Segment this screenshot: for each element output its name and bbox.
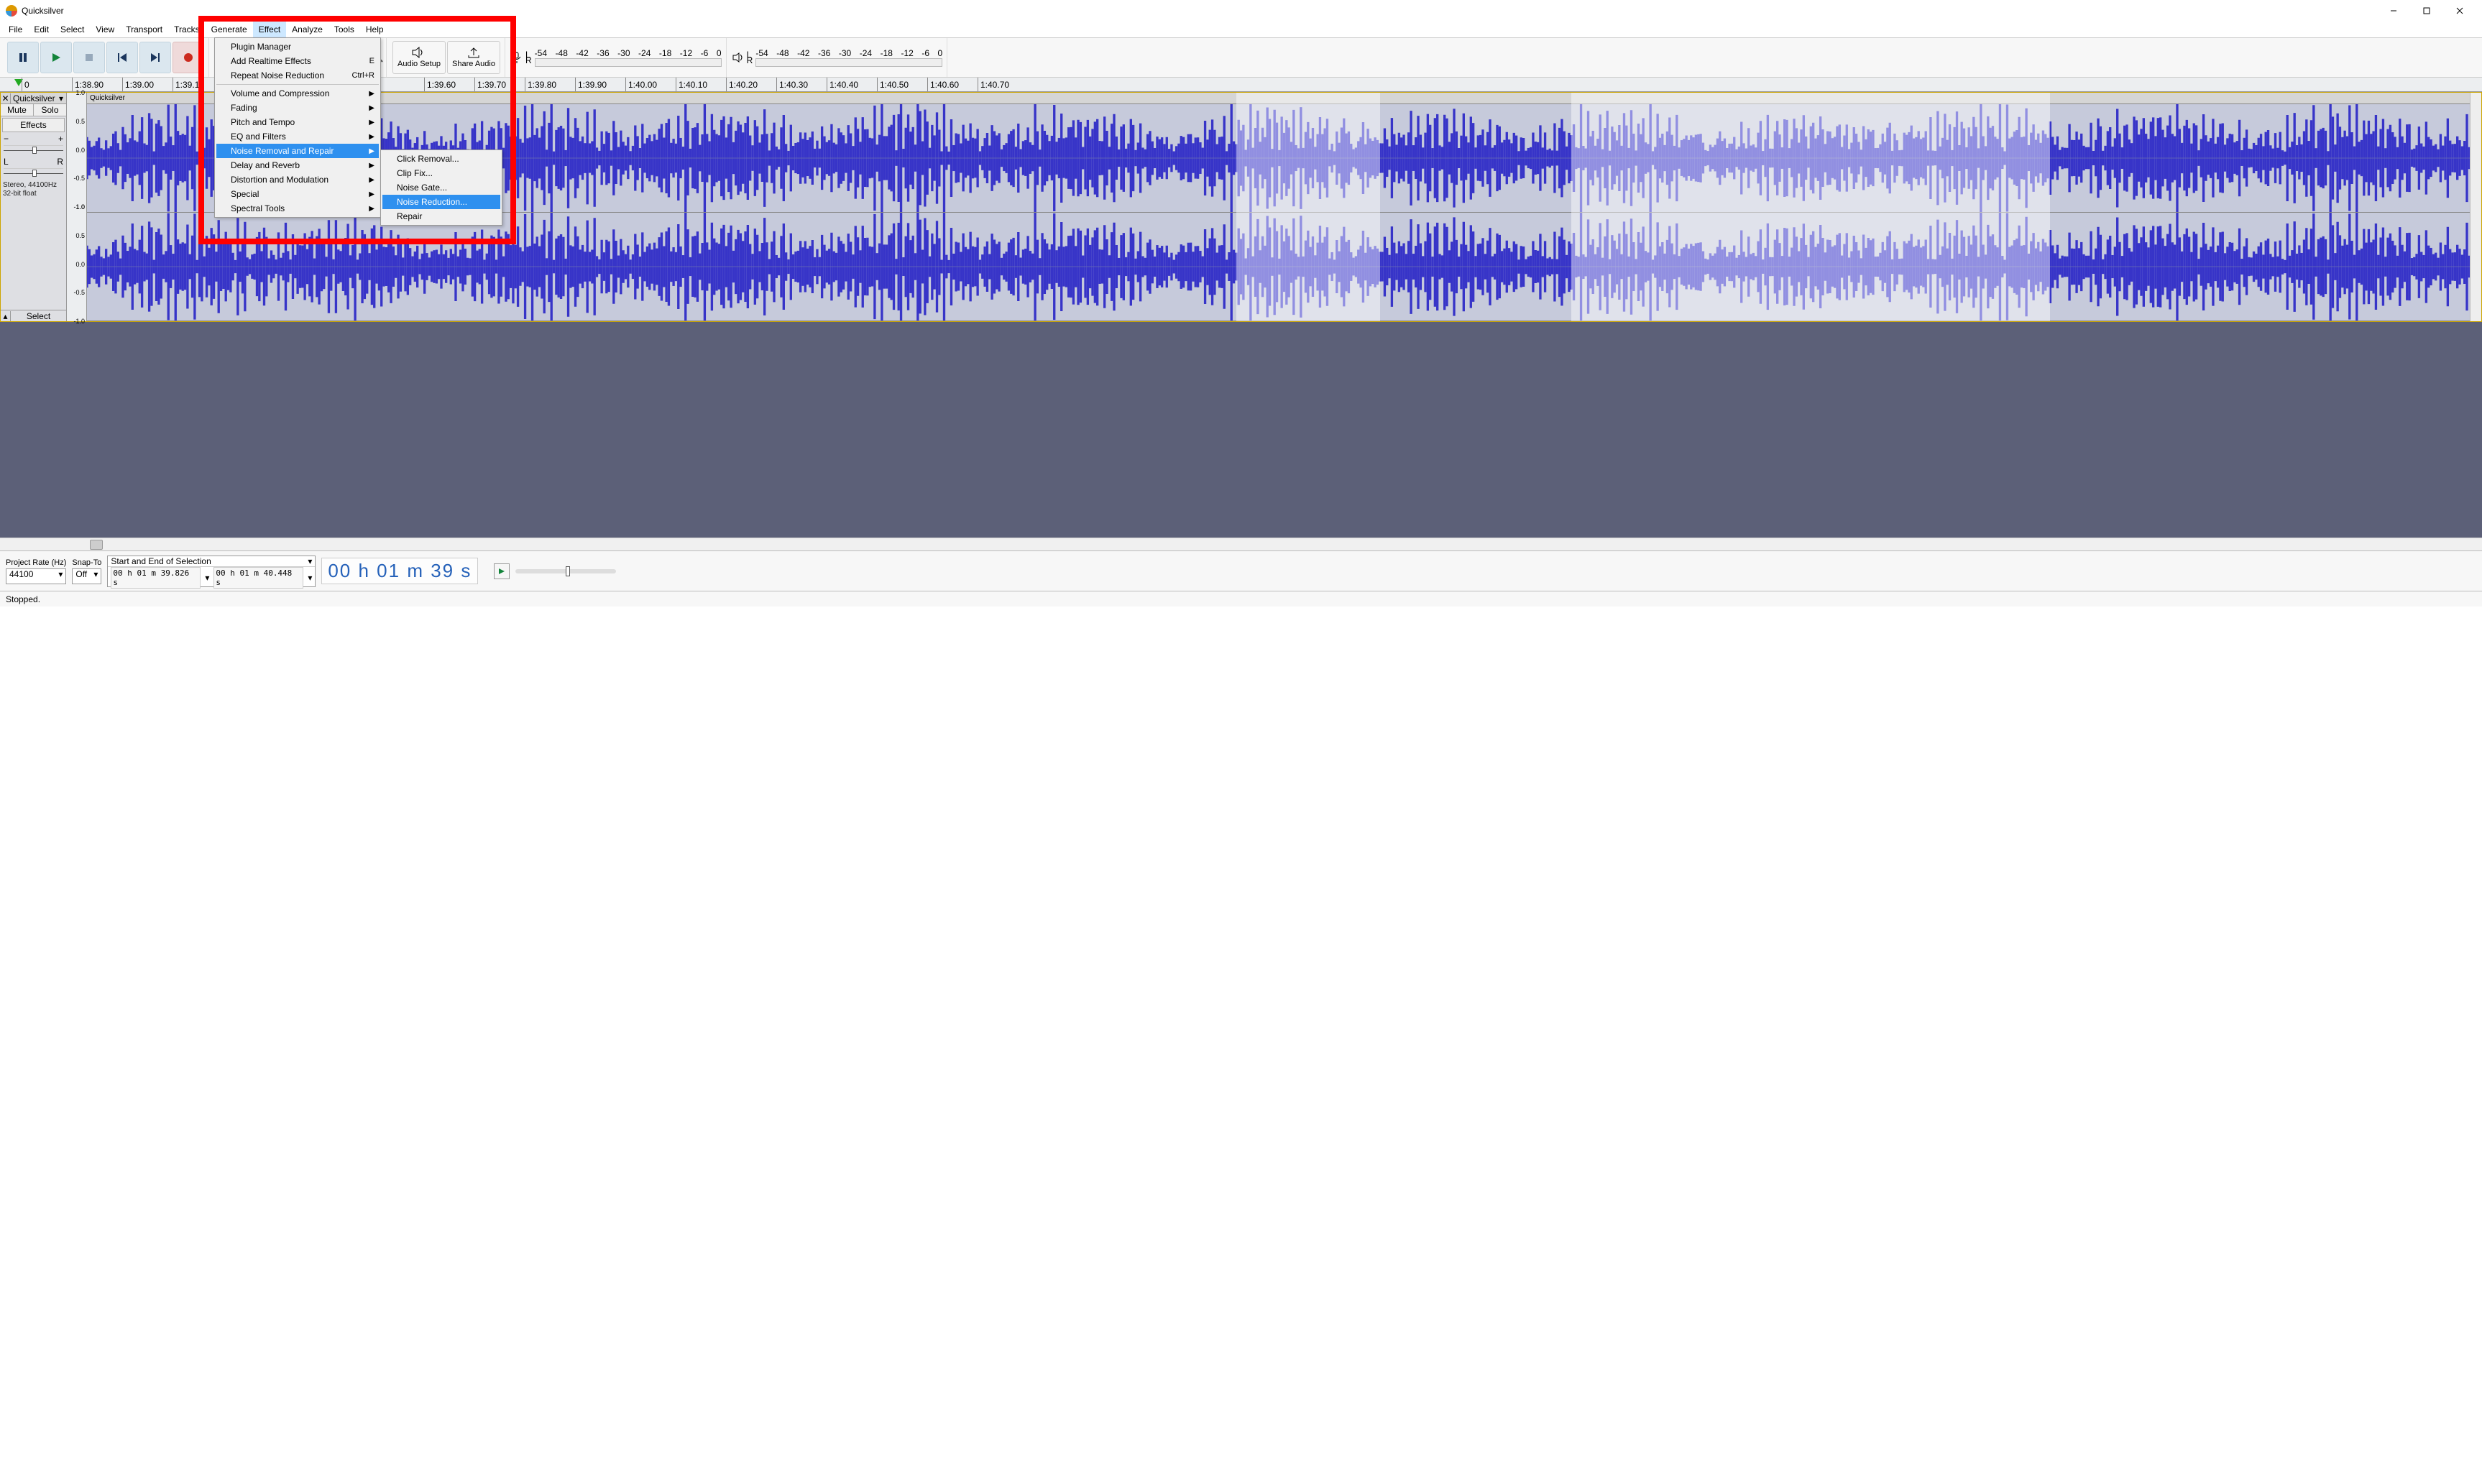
timeline-tick: 1:40.30 — [776, 78, 808, 91]
menu-edit[interactable]: Edit — [28, 22, 55, 37]
gain-slider[interactable]: −+ — [1, 134, 66, 157]
empty-track-area[interactable] — [0, 322, 2482, 538]
menu-item[interactable]: Distortion and Modulation▶ — [216, 172, 379, 187]
play-meter[interactable]: LR -54-48-42-36-30-24-18-12-60 — [728, 38, 948, 77]
track-close-button[interactable]: ✕ — [1, 93, 11, 103]
selection-region-2[interactable] — [1571, 93, 2050, 321]
menu-item[interactable]: Delay and Reverb▶ — [216, 158, 379, 172]
playback-speed-slider[interactable] — [515, 569, 616, 573]
menu-item[interactable]: Noise Removal and Repair▶ — [216, 144, 379, 158]
menu-file[interactable]: File — [3, 22, 28, 37]
menu-item[interactable]: Fading▶ — [216, 101, 379, 115]
timeline-tick: 1:40.70 — [978, 78, 1009, 91]
selection-end-field[interactable]: 00 h 01 m 40.448 s — [213, 567, 303, 589]
menu-view[interactable]: View — [90, 22, 120, 37]
track-name[interactable]: Quicksilver — [11, 93, 56, 103]
skip-end-button[interactable] — [139, 42, 171, 73]
track-menu-button[interactable]: ▾ — [56, 93, 66, 103]
amplitude-scale: 1.00.50.0-0.5-1.0 1.00.50.0-0.5-1.0 — [67, 93, 87, 321]
menu-item[interactable]: EQ and Filters▶ — [216, 129, 379, 144]
play-button[interactable] — [40, 42, 72, 73]
record-meter[interactable]: LR -54-48-42-36-30-24-18-12-60 — [507, 38, 727, 77]
menu-item[interactable]: Add Realtime EffectsE — [216, 54, 379, 68]
speaker-icon — [412, 47, 426, 58]
mic-icon — [511, 52, 523, 63]
timeline-tick: 1:39.60 — [424, 78, 456, 91]
timeline-tick: 1:40.50 — [877, 78, 909, 91]
titlebar: Quicksilver — [0, 0, 2482, 22]
menu-transport[interactable]: Transport — [120, 22, 168, 37]
selection-toolbar: Project Rate (Hz) 44100▾ Snap-To Off▾ St… — [0, 550, 2482, 591]
time-display[interactable]: 00 h 01 m 39 s — [321, 558, 478, 584]
stop-button[interactable] — [73, 42, 105, 73]
timeline-tick: 1:40.10 — [676, 78, 707, 91]
maximize-button[interactable] — [2410, 0, 2443, 22]
selection-group: Start and End of Selection▾ 00 h 01 m 39… — [107, 556, 316, 587]
track-select-button[interactable]: Select — [11, 311, 66, 321]
record-button[interactable] — [173, 42, 204, 73]
effect-menu-dropdown: Plugin ManagerAdd Realtime EffectsERepea… — [214, 37, 381, 218]
timeline-tick: 1:39.00 — [122, 78, 154, 91]
menu-help[interactable]: Help — [360, 22, 390, 37]
selection-region-1[interactable] — [1236, 93, 1380, 321]
submenu-item[interactable]: Clip Fix... — [382, 166, 500, 180]
menu-tracks[interactable]: Tracks — [168, 22, 206, 37]
menubar: FileEditSelectViewTransportTracksGenerat… — [0, 22, 2482, 37]
timeline-tick: 1:39.10 — [173, 78, 204, 91]
menu-tools[interactable]: Tools — [328, 22, 360, 37]
share-audio-button[interactable]: Share Audio — [447, 41, 500, 74]
menu-item[interactable]: Plugin Manager — [216, 40, 379, 54]
menu-select[interactable]: Select — [55, 22, 90, 37]
timeline-tick: 0 — [22, 78, 29, 91]
skip-start-button[interactable] — [106, 42, 138, 73]
collapse-button[interactable]: ▴ — [1, 311, 11, 321]
selection-mode-select[interactable]: Start and End of Selection — [111, 556, 211, 566]
vertical-scrollbar[interactable] — [2470, 93, 2481, 321]
close-button[interactable] — [2443, 0, 2476, 22]
track-control-panel[interactable]: ✕ Quicksilver ▾ Mute Solo Effects −+ LR … — [1, 93, 67, 321]
submenu-item[interactable]: Click Removal... — [382, 152, 500, 166]
project-rate-select[interactable]: 44100▾ — [6, 568, 66, 584]
project-rate-label: Project Rate (Hz) — [6, 558, 66, 567]
play-at-speed-group — [494, 563, 616, 579]
audio-setup-button[interactable]: Audio Setup — [392, 41, 446, 74]
timeline-tick: 1:39.90 — [575, 78, 607, 91]
pause-button[interactable] — [7, 42, 39, 73]
play-at-speed-button[interactable] — [494, 563, 510, 579]
submenu-item[interactable]: Noise Reduction... — [382, 195, 500, 209]
timeline-tick: 1:40.00 — [625, 78, 657, 91]
solo-button[interactable]: Solo — [34, 104, 66, 116]
menu-item[interactable]: Pitch and Tempo▶ — [216, 115, 379, 129]
submenu-item[interactable]: Noise Gate... — [382, 180, 500, 195]
app-logo-icon — [6, 5, 17, 17]
submenu-item[interactable]: Repair — [382, 209, 500, 223]
timeline-tick: 1:40.40 — [827, 78, 858, 91]
selection-start-field[interactable]: 00 h 01 m 39.826 s — [111, 567, 201, 589]
window-title: Quicksilver — [22, 6, 64, 16]
track-format-info: Stereo, 44100Hz32-bit float — [1, 180, 66, 200]
menu-generate[interactable]: Generate — [206, 22, 253, 37]
timeline-tick: 1:40.20 — [726, 78, 758, 91]
timeline-tick: 1:39.80 — [525, 78, 556, 91]
horizontal-scrollbar[interactable] — [0, 538, 2482, 550]
mute-button[interactable]: Mute — [1, 104, 34, 116]
effects-button[interactable]: Effects — [2, 118, 65, 132]
menu-item[interactable]: Spectral Tools▶ — [216, 201, 379, 216]
timeline-tick: 1:40.60 — [927, 78, 959, 91]
share-icon — [466, 47, 481, 58]
snap-to-select[interactable]: Off▾ — [72, 568, 101, 584]
pan-slider[interactable]: LR — [1, 157, 66, 180]
menu-effect[interactable]: Effect — [253, 22, 286, 37]
speaker-small-icon — [732, 52, 744, 63]
status-text: Stopped. — [6, 594, 40, 604]
menu-item[interactable]: Special▶ — [216, 187, 379, 201]
minimize-button[interactable] — [2377, 0, 2410, 22]
status-bar: Stopped. — [0, 591, 2482, 607]
snap-to-label: Snap-To — [72, 558, 101, 567]
timeline-tick: 1:39.70 — [474, 78, 506, 91]
menu-item[interactable]: Volume and Compression▶ — [216, 86, 379, 101]
menu-analyze[interactable]: Analyze — [286, 22, 328, 37]
noise-removal-submenu: Click Removal...Clip Fix...Noise Gate...… — [380, 149, 502, 226]
menu-item[interactable]: Repeat Noise ReductionCtrl+R — [216, 68, 379, 83]
